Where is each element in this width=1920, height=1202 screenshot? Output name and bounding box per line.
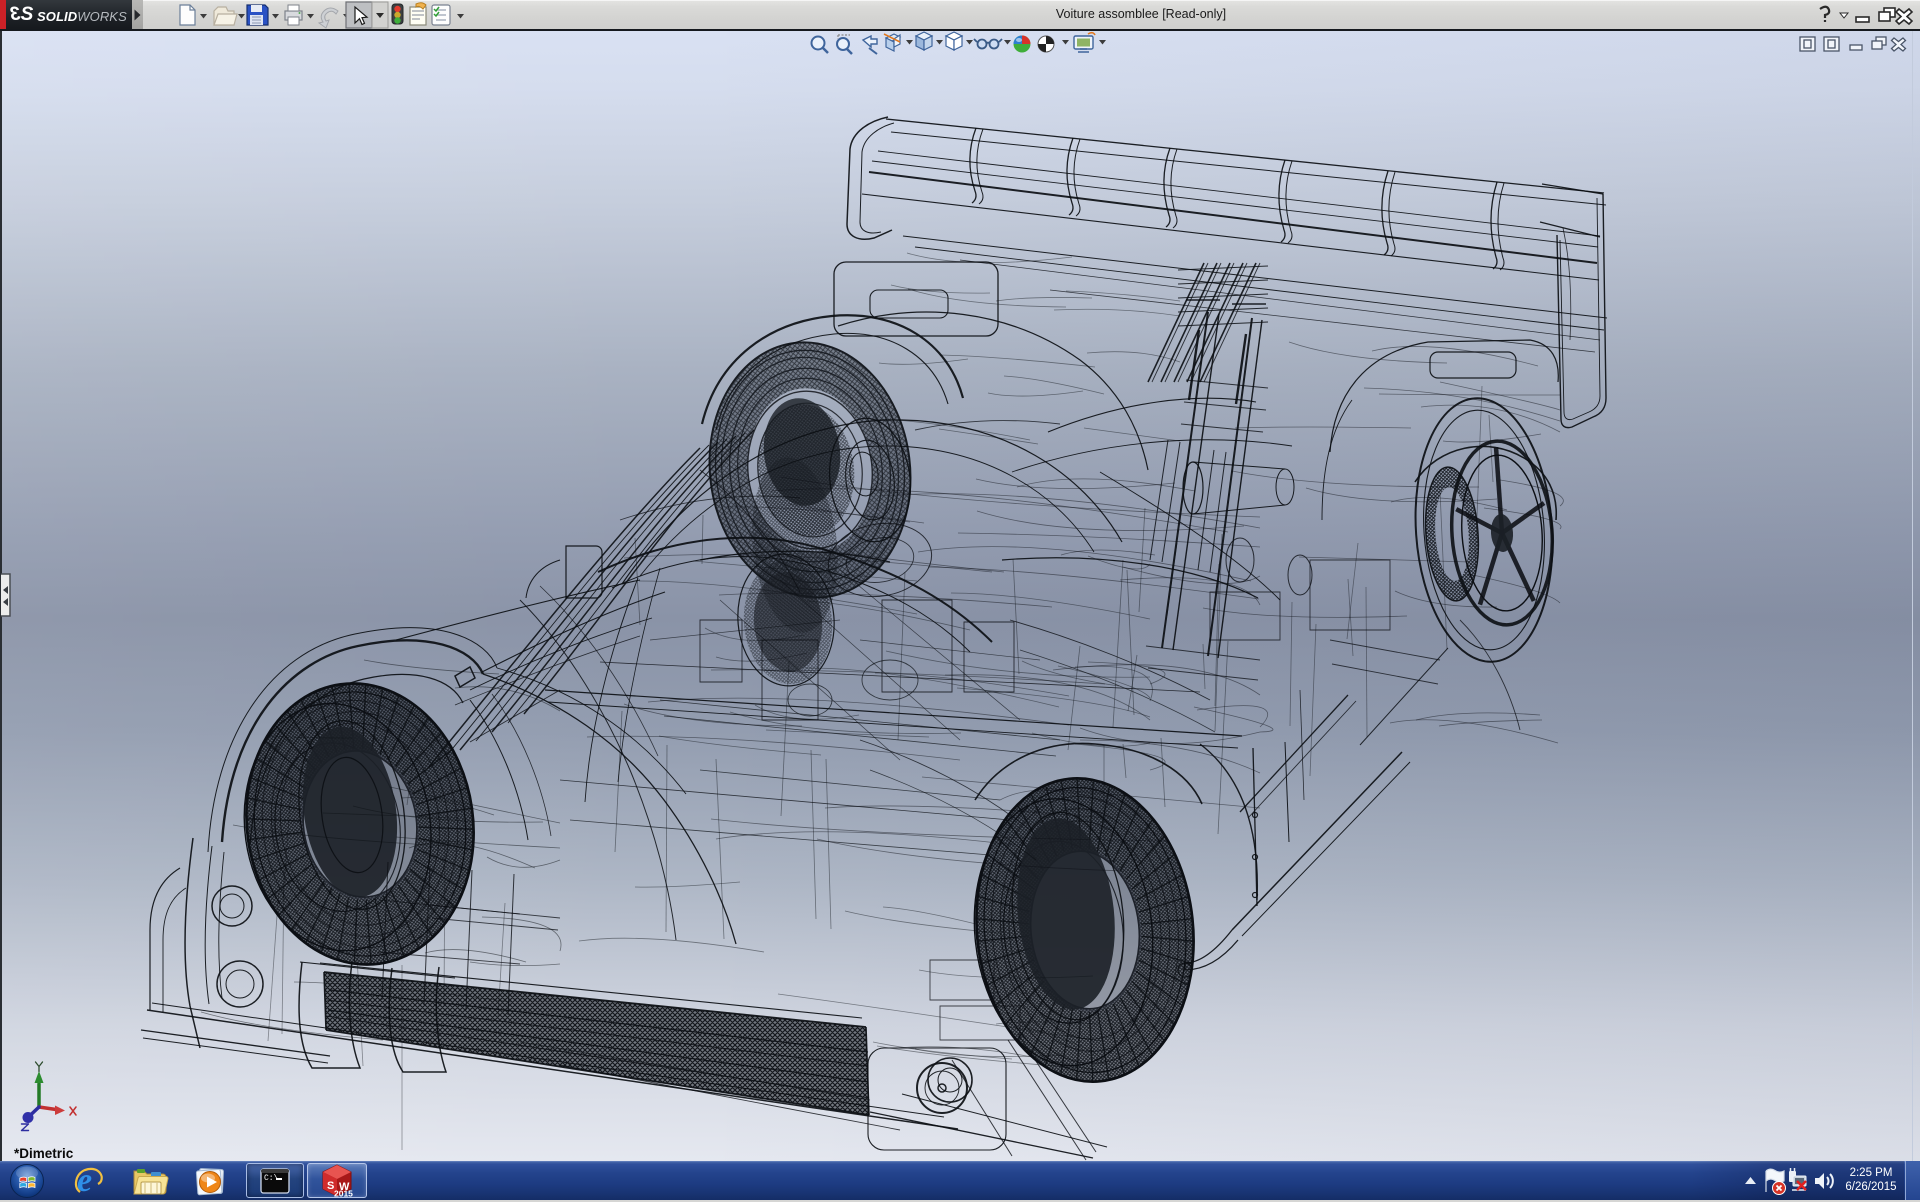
svg-text:e: e xyxy=(77,1162,92,1199)
svg-text:2015: 2015 xyxy=(334,1189,353,1199)
